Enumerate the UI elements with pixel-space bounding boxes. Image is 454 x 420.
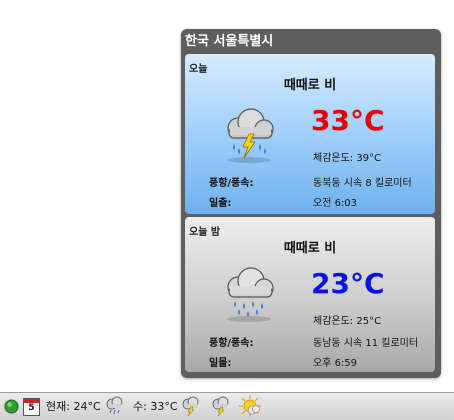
panel-label: 오늘 [189, 64, 208, 75]
wind-label: 풍향/풍속: [209, 178, 254, 189]
wind-value: 동남동 시속 11 킬로미터 [313, 338, 419, 349]
thunderstorm-rain-icon [227, 108, 274, 163]
calendar-day: 5 [28, 403, 35, 413]
rain-cloud-icon[interactable] [104, 396, 126, 416]
thunderstorm-icon[interactable] [210, 396, 232, 416]
status-bar: 5 현재: 24°C 수: 33°C [0, 392, 454, 420]
temperature: 33°C [311, 104, 385, 137]
wind-label: 풍향/풍속: [209, 338, 254, 349]
today-panel: 오늘 때때로 비 33°C 체감온도: 39°C 풍향/풍속: 동북동 시속 8… [185, 54, 435, 214]
tonight-panel: 오늘 밤 때때로 비 23°C 체감온도: 25°C 풍향/풍속: 동남동 시속… [185, 217, 435, 372]
feels-like: 체감온도: 25°C [313, 316, 382, 327]
sun-cloud-icon[interactable] [238, 394, 262, 418]
weather-popup: 한국 서울특별시 오늘 때때로 비 33°C 체감온도: 39°C 풍향/풍속:… [181, 29, 441, 378]
thunderstorm-icon[interactable] [180, 396, 202, 416]
wednesday-forecast[interactable]: 수: 33°C [133, 393, 178, 420]
green-status-icon[interactable] [4, 399, 19, 414]
location-title: 한국 서울특별시 [185, 34, 274, 49]
sunset-label: 일몰: [209, 358, 232, 369]
rain-cloud-icon [227, 267, 274, 322]
calendar-icon[interactable]: 5 [23, 398, 40, 416]
sunset-value: 오후 6:59 [313, 358, 358, 369]
condition-text: 때때로 비 [283, 78, 337, 93]
feels-like: 체감온도: 39°C [313, 153, 382, 164]
condition-text: 때때로 비 [283, 241, 337, 256]
panel-label: 오늘 밤 [189, 227, 221, 238]
sunrise-value: 오전 6:03 [313, 198, 358, 209]
current-temp[interactable]: 현재: 24°C [46, 393, 101, 420]
sunrise-label: 일출: [209, 198, 232, 209]
wind-value: 동북동 시속 8 킬로미터 [313, 178, 412, 189]
temperature: 23°C [311, 267, 385, 300]
